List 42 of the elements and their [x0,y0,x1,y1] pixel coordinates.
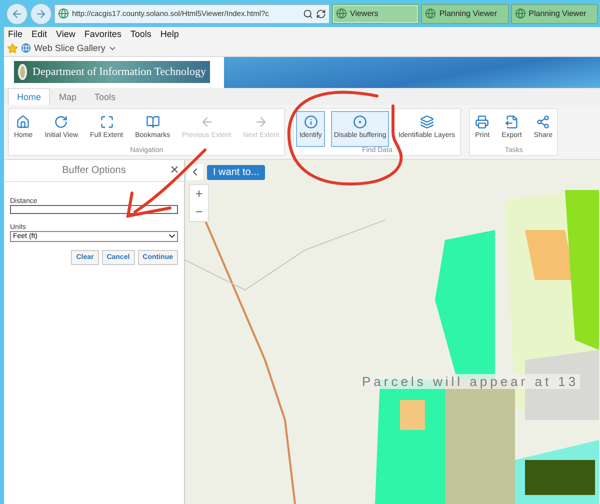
close-button[interactable] [169,164,180,175]
web-slice-gallery-link[interactable]: Web Slice Gallery [34,43,106,54]
menu-item[interactable]: Tools [130,29,152,40]
back-button[interactable] [6,2,28,25]
menu-item[interactable]: Edit [32,29,48,40]
forward-icon [35,8,47,20]
export-icon [504,115,519,130]
info-icon [304,115,318,130]
panel-title: Buffer Options [62,164,126,176]
target-icon [353,115,368,130]
map-notice: Parcels will appear at 13 [361,374,580,389]
site-icon [425,8,436,20]
browser-tab[interactable]: Viewers [332,4,420,24]
expand-icon [100,115,114,130]
menu-item[interactable]: Help [160,29,179,40]
i-want-to-button[interactable]: I want to... [207,164,266,180]
menu-item[interactable]: Favorites [84,29,122,40]
browser-tab[interactable]: Planning Viewer [510,4,598,24]
ribbon-tab[interactable]: Map [50,88,86,106]
search-icon[interactable] [303,8,313,19]
home-icon [16,115,30,130]
menu-item[interactable]: View [56,29,76,40]
forward-button[interactable] [30,2,52,25]
print-icon [475,115,490,130]
menu-item[interactable]: File [8,29,23,40]
share-icon [536,115,550,130]
book-icon [146,115,160,130]
favorites-star-icon[interactable] [7,42,18,54]
site-icon [58,8,69,20]
banner-title: Department of Information Technology [32,66,206,78]
browser-tab[interactable]: Planning Viewer [421,4,509,24]
site-icon [336,8,347,20]
site-icon [514,8,526,20]
seal-icon [18,64,27,80]
back-icon [11,8,23,20]
refresh-icon [54,115,68,130]
ribbon-tab[interactable]: Tools [86,88,125,106]
close-icon [169,164,180,175]
refresh-icon[interactable] [316,8,326,19]
layers-icon [420,115,434,130]
ribbon-tab[interactable]: Home [8,88,50,106]
web-icon [21,43,31,54]
